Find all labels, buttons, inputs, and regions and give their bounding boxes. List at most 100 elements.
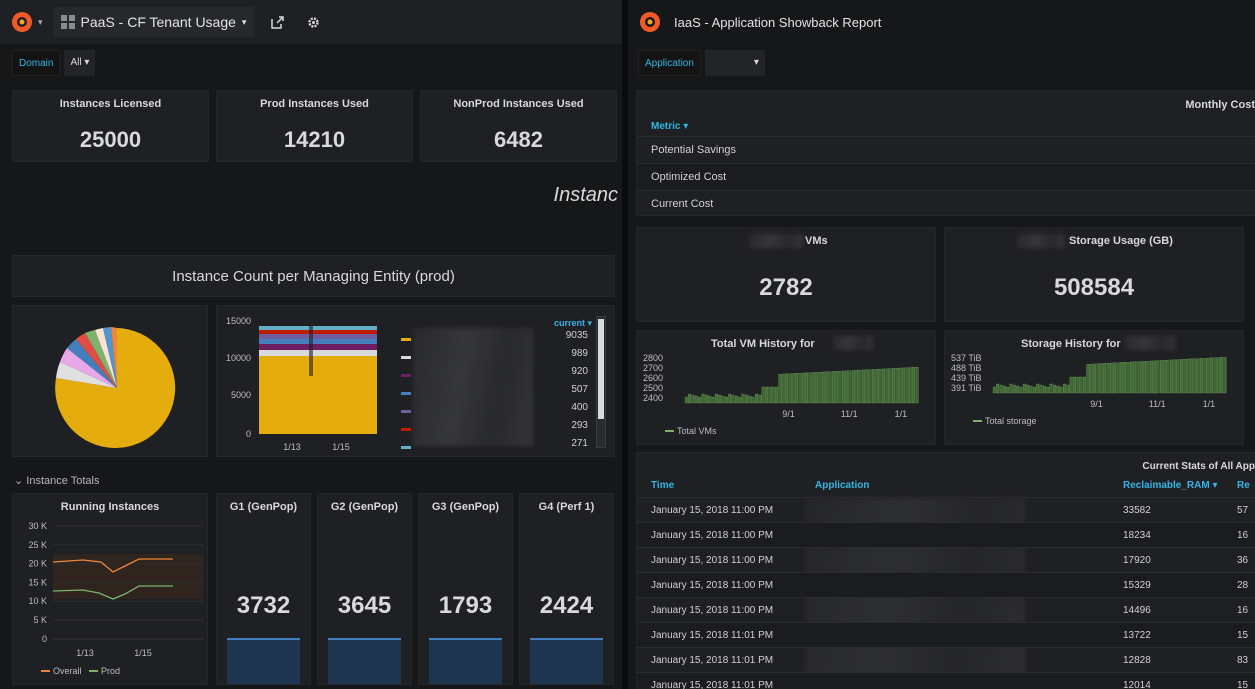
storage-value: 508584 <box>1053 274 1135 301</box>
cell-re: 16 <box>1237 529 1249 541</box>
legend-label[interactable]: Total VMs <box>677 426 717 436</box>
y-tick: 2800 <box>643 353 663 363</box>
legend-item[interactable]: 271 <box>217 438 614 456</box>
history-bar <box>905 367 909 404</box>
legend-header-text: current <box>553 318 585 328</box>
history-bar <box>1126 361 1130 394</box>
history-bar <box>775 386 778 404</box>
history-bar <box>778 374 782 404</box>
y-tick: 20 K <box>28 559 47 569</box>
history-bar <box>684 396 688 404</box>
history-bar <box>1032 386 1036 394</box>
history-bar <box>1220 357 1224 394</box>
dashboard-title: PaaS - CF Tenant Usage <box>80 14 236 30</box>
history-bar <box>838 370 842 404</box>
grafana-logo-icon[interactable] <box>8 8 36 36</box>
history-bar <box>1156 360 1160 394</box>
cell-re: 28 <box>1237 579 1249 591</box>
metric-column-header[interactable]: Metric ▾ <box>651 121 688 132</box>
table-row[interactable]: January 15, 2018 11:01 PM 12014 15 <box>637 672 1255 689</box>
monthly-cost-panel: Monthly Cost Metric ▾ Potential Savings … <box>636 90 1255 216</box>
history-bar <box>1216 357 1220 394</box>
legend-item[interactable]: 293 <box>217 420 614 438</box>
legend-label[interactable]: Total storage <box>985 416 1037 426</box>
col-reclaimable-ram[interactable]: Reclaimable_RAM ▾ <box>1123 480 1218 491</box>
panel-title: Monthly Cost <box>1185 99 1255 111</box>
y-tick: 2500 <box>643 383 663 393</box>
cell-ram: 12828 <box>1123 654 1151 666</box>
cell-time: January 15, 2018 11:01 PM <box>651 629 774 641</box>
history-bar <box>1022 383 1026 394</box>
legend-value: 989 <box>571 348 588 359</box>
legend-prod[interactable]: Prod <box>101 666 120 676</box>
history-bar <box>915 367 919 404</box>
legend-swatch <box>401 446 411 449</box>
history-bar <box>1049 383 1053 394</box>
history-bar <box>1146 360 1150 394</box>
history-bar <box>1069 376 1073 394</box>
table-row[interactable]: January 15, 2018 11:00 PM 18234 16 <box>637 522 1255 547</box>
history-bar <box>858 369 862 404</box>
gear-icon[interactable] <box>300 7 326 37</box>
instance-totals-row[interactable]: ⌄ Instance Totals <box>14 474 99 487</box>
col-re[interactable]: Re <box>1237 480 1250 491</box>
x-tick: 1/15 <box>134 648 152 658</box>
dashboard-picker[interactable]: PaaS - CF Tenant Usage ▾ <box>52 7 255 37</box>
legend-overall[interactable]: Overall <box>53 666 82 676</box>
legend-item[interactable]: 507 <box>217 384 614 402</box>
history-bar <box>821 371 825 404</box>
history-bar <box>728 393 732 404</box>
legend-item[interactable]: 400 <box>217 402 614 420</box>
share-icon[interactable] <box>264 7 290 37</box>
history-bar <box>798 373 802 404</box>
paas-dashboard: ▾ PaaS - CF Tenant Usage ▾ Domain All ▾ … <box>0 0 622 689</box>
history-bar <box>1116 362 1120 394</box>
history-bar <box>1143 361 1147 394</box>
entity-pie-panel <box>12 305 208 457</box>
history-bar <box>704 394 708 404</box>
legend-current-header[interactable]: current ▾ <box>554 318 592 329</box>
table-row[interactable]: January 15, 2018 11:01 PM 12828 83 <box>637 647 1255 672</box>
grafana-logo-icon[interactable] <box>636 8 664 36</box>
history-bar <box>688 393 692 404</box>
panel-title: VMs <box>805 235 828 247</box>
legend-item[interactable]: 920 <box>217 366 614 384</box>
history-bar <box>1196 358 1200 394</box>
history-bar <box>1206 357 1210 394</box>
domain-select[interactable]: All ▾ <box>64 50 96 76</box>
history-bar <box>1063 383 1066 394</box>
x-tick: 9/1 <box>782 409 795 419</box>
history-bar <box>1089 363 1093 394</box>
dashboard-title[interactable]: IaaS - Application Showback Report <box>674 15 881 30</box>
scroll-thumb[interactable] <box>598 319 604 419</box>
table-row[interactable]: January 15, 2018 11:00 PM 15329 28 <box>637 572 1255 597</box>
table-row[interactable]: January 15, 2018 11:00 PM 33582 57 <box>637 497 1255 522</box>
cell-time: January 15, 2018 11:00 PM <box>651 554 774 566</box>
table-row[interactable]: January 15, 2018 11:00 PM 17920 36 <box>637 547 1255 572</box>
history-bar <box>1133 361 1137 394</box>
domain-label: Domain <box>12 50 61 76</box>
history-bar <box>1159 360 1163 394</box>
table-row[interactable]: January 15, 2018 11:01 PM 13722 15 <box>637 622 1255 647</box>
cell-time: January 15, 2018 11:00 PM <box>651 604 774 616</box>
group-value: 1793 <box>438 592 493 619</box>
y-tick: 391 TiB <box>951 383 982 393</box>
application-select[interactable]: ▾ <box>704 50 765 76</box>
history-bar <box>835 371 839 404</box>
history-bar <box>781 373 785 404</box>
table-row[interactable]: January 15, 2018 11:00 PM 14496 16 <box>637 597 1255 622</box>
history-bar <box>1106 363 1110 394</box>
metric-row: Current Cost <box>637 190 1255 217</box>
legend-item[interactable]: 9035 <box>217 330 614 348</box>
metric-row: Potential Savings <box>637 136 1255 163</box>
col-time[interactable]: Time <box>651 480 674 491</box>
legend-item[interactable]: 989 <box>217 348 614 366</box>
history-bar <box>841 370 845 404</box>
y-tick: 15000 <box>226 316 251 326</box>
metric-name: Potential Savings <box>651 144 736 156</box>
panel-title: Instances Licensed <box>59 98 162 110</box>
history-bar <box>1153 360 1157 394</box>
col-application[interactable]: Application <box>815 480 869 491</box>
legend-scrollbar[interactable] <box>596 316 606 448</box>
logo-caret-icon[interactable]: ▾ <box>38 17 43 28</box>
